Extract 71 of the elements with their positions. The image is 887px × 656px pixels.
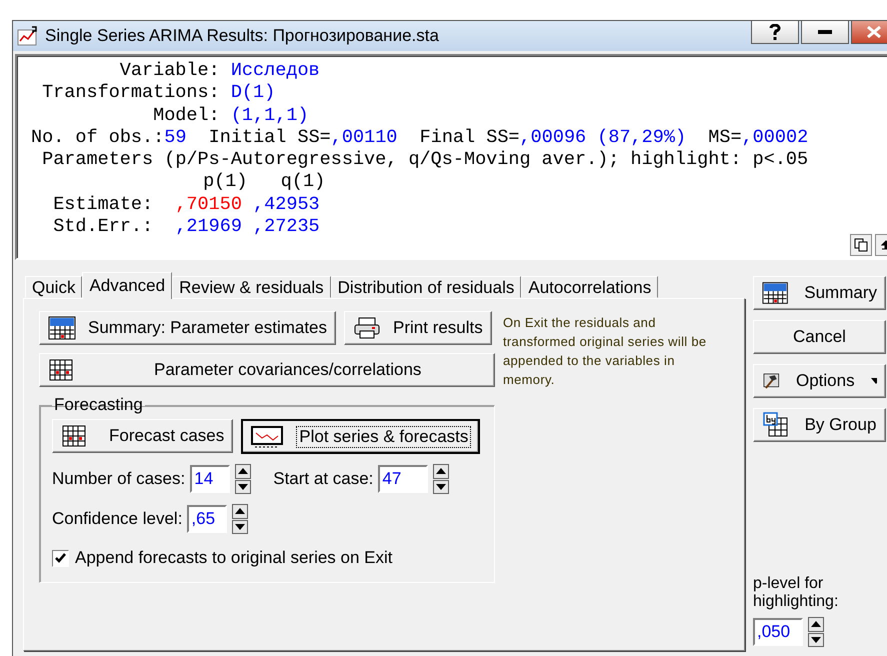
table-icon (48, 316, 76, 340)
output-label: Final SS= (420, 126, 520, 150)
minimize-icon (818, 30, 832, 34)
column-heading: p(1) (202, 171, 248, 194)
spin-buttons[interactable] (808, 617, 824, 647)
grid-icon (48, 358, 74, 382)
group-title: Forecasting (53, 395, 144, 415)
output-value: 59 (164, 126, 186, 150)
info-text: On Exit the residuals and transformed original series will be appended to the variables in memory. (503, 314, 708, 389)
output-label: No. of obs.: (31, 126, 164, 150)
output-value: Исследов (230, 60, 320, 82)
field-label: p-level for highlighting: (753, 575, 840, 611)
minimize-button[interactable] (801, 21, 849, 44)
command-button[interactable]: Forecast cases (52, 419, 234, 453)
tab[interactable]: Advanced (82, 272, 172, 299)
number-field[interactable]: ,65 (187, 505, 228, 533)
tab[interactable]: Autocorrelations (521, 276, 658, 298)
tab[interactable]: Distribution of residuals (330, 276, 522, 298)
output-value: ,21969 (175, 216, 242, 238)
table-icon (762, 281, 788, 305)
output-value: ,70150 (175, 194, 242, 216)
spin-buttons[interactable] (235, 464, 252, 494)
checkbox[interactable] (52, 550, 69, 566)
output-label: Model: (152, 104, 220, 127)
output-label: Estimate: (53, 194, 154, 216)
output-label: Std.Err.: (53, 216, 154, 238)
copy-icon (854, 238, 868, 252)
command-button[interactable]: Cancel (753, 320, 886, 354)
window-title: Single Series ARIMA Results: Прогнозирование.sta (45, 26, 440, 46)
output-label: Initial SS= (208, 126, 331, 150)
grid-icon (61, 424, 87, 448)
close-icon (867, 26, 881, 38)
help-button[interactable] (751, 21, 799, 44)
checkbox-label: Append forecasts to original series on Exit (75, 548, 393, 568)
field-label: Number of cases: (52, 469, 186, 489)
field-label: Start at case: (273, 469, 374, 489)
chart-icon (17, 26, 39, 46)
column-heading: q(1) (280, 171, 326, 194)
output-value: ,42953 (253, 194, 320, 216)
command-button[interactable]: By Group (753, 408, 886, 442)
output-label: MS= (708, 126, 742, 150)
command-button[interactable]: Summary: Parameter estimates (39, 311, 336, 345)
command-button[interactable]: Parameter covariances/correlations (39, 353, 495, 387)
number-field[interactable]: 47 (378, 465, 428, 493)
output-value: D(1) (230, 82, 276, 105)
line-chart-icon (251, 424, 284, 448)
tab[interactable]: Quick (25, 276, 82, 298)
by-group-icon (762, 412, 789, 438)
field-label: Confidence level: (52, 509, 182, 529)
output-value: ,27235 (253, 216, 320, 238)
tab[interactable]: Review & residuals (172, 276, 331, 298)
output-value: ,00110 (330, 126, 398, 150)
copy-button[interactable] (850, 234, 872, 256)
help-icon (769, 24, 781, 40)
command-button[interactable]: Options (753, 364, 886, 398)
output-value: (1,1,1) (230, 104, 309, 127)
close-button[interactable] (851, 21, 887, 44)
output-label: Variable: (118, 60, 220, 82)
number-field[interactable]: 14 (190, 465, 230, 493)
command-button[interactable]: Summary (753, 276, 886, 310)
command-button[interactable]: Plot series & forecasts (241, 419, 480, 454)
output-label: Transformations: (41, 82, 220, 105)
output-note: Parameters (p/Ps-Autoregressive, q/Qs-Moving aver.); highlight: p<.05 (42, 149, 808, 172)
caret-icon (870, 378, 877, 384)
output-value: ,00096 (87,29%) (520, 126, 686, 150)
spin-buttons[interactable] (433, 464, 450, 494)
spin-buttons[interactable] (232, 504, 248, 534)
number-field[interactable]: ,050 (753, 618, 803, 646)
printer-icon (353, 316, 382, 340)
output-value: ,00002 (742, 126, 808, 150)
command-button[interactable]: Print results (344, 311, 492, 345)
